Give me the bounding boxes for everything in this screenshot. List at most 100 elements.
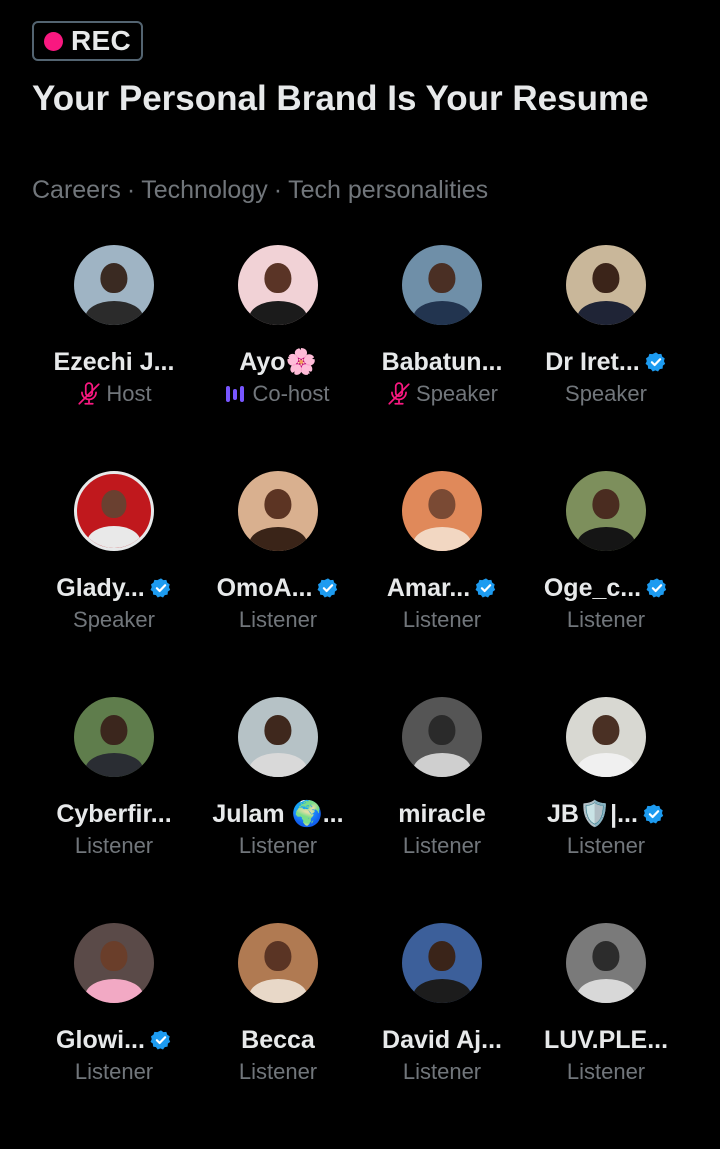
participant-name-row: Glady... <box>56 572 171 604</box>
participant-name-row: miracle <box>398 798 486 830</box>
avatar-face-shape <box>100 714 128 745</box>
avatar-body-shape <box>249 753 307 777</box>
avatar-body-shape <box>413 979 471 1003</box>
participant-role-row: Listener <box>403 605 481 635</box>
participant-name: Ezechi J... <box>53 347 175 376</box>
participant-role-row: Listener <box>403 831 481 861</box>
avatar-face-shape <box>428 714 456 745</box>
avatar-body-shape <box>249 301 307 325</box>
participant-name-row: Ezechi J... <box>54 346 175 378</box>
participant-tile[interactable]: Cyberfir... Listener <box>32 697 196 923</box>
avatar[interactable] <box>566 245 646 325</box>
avatar-face-shape <box>428 940 456 971</box>
participant-role-row: Listener <box>567 831 645 861</box>
participant-tile[interactable]: Ezechi J... Host <box>32 245 196 471</box>
topic-tag: Technology <box>141 176 268 204</box>
participant-name-row: David Aj... <box>382 1024 502 1056</box>
participant-name-row: Amar... <box>387 572 497 604</box>
participant-name-row: Dr Iret... <box>545 346 666 378</box>
mic-off-icon <box>388 382 410 405</box>
verified-badge-icon <box>150 1030 171 1050</box>
avatar[interactable] <box>74 471 154 551</box>
participant-tile[interactable]: Becca Listener <box>196 923 360 1149</box>
avatar[interactable] <box>238 923 318 1003</box>
avatar[interactable] <box>238 245 318 325</box>
avatar-face-shape <box>264 714 292 745</box>
participant-role-row: Speaker <box>73 605 155 635</box>
participant-name: Amar... <box>386 573 471 602</box>
participant-name: Babatun... <box>381 347 503 376</box>
speaking-bar <box>233 388 238 400</box>
avatar-body-shape <box>249 527 307 551</box>
participant-tile[interactable]: Babatun... Speaker <box>360 245 524 471</box>
avatar[interactable] <box>402 471 482 551</box>
participant-name: miracle <box>398 799 486 828</box>
participant-role: Listener <box>566 833 646 858</box>
verified-badge-icon <box>646 578 667 598</box>
avatar[interactable] <box>402 923 482 1003</box>
topic-separator: · <box>126 176 136 204</box>
avatar[interactable] <box>238 471 318 551</box>
participant-tile[interactable]: Dr Iret... Speaker <box>524 245 688 471</box>
verified-badge-icon <box>643 804 664 824</box>
participant-role-row: Listener <box>239 605 317 635</box>
verified-badge-icon <box>645 352 665 372</box>
avatar-body-shape <box>413 753 471 777</box>
participant-role-row: Speaker <box>565 379 647 409</box>
avatar[interactable] <box>402 697 482 777</box>
avatar[interactable] <box>566 697 646 777</box>
participant-role: Listener <box>566 1059 646 1084</box>
participant-role: Speaker <box>416 381 498 406</box>
participant-name: LUV.PLE... <box>543 1025 669 1054</box>
avatar[interactable] <box>74 923 154 1003</box>
participant-name-row: Babatun... <box>382 346 503 378</box>
avatar[interactable] <box>566 471 646 551</box>
speaking-bar <box>240 386 245 402</box>
participant-tile[interactable]: OmoA... Listener <box>196 471 360 697</box>
rec-badge: REC <box>32 21 144 61</box>
avatar-body-shape <box>85 753 143 777</box>
participant-role-row: Co-host <box>226 379 330 409</box>
participant-name: JB🛡️|... <box>547 799 638 828</box>
avatar-body-shape <box>577 527 635 551</box>
participant-name: Becca <box>241 1025 315 1054</box>
participant-name-row: Glowi... <box>56 1024 172 1056</box>
participant-role-row: Listener <box>239 831 317 861</box>
avatar[interactable] <box>74 245 154 325</box>
avatar[interactable] <box>238 697 318 777</box>
participant-tile[interactable]: JB🛡️|... Listener <box>524 697 688 923</box>
participant-tile[interactable]: Ayo🌸 Co-host <box>196 245 360 471</box>
participant-role-row: Listener <box>567 605 645 635</box>
participant-tile[interactable]: LUV.PLE... Listener <box>524 923 688 1149</box>
participant-name-row: Oge_c... <box>544 572 668 604</box>
participant-role: Listener <box>402 1059 482 1084</box>
participant-name-row: Becca <box>241 1024 315 1056</box>
participant-name: Julam 🌍... <box>212 799 344 828</box>
participant-name: Dr Iret... <box>545 347 640 376</box>
avatar[interactable] <box>402 245 482 325</box>
participant-role: Listener <box>402 607 482 632</box>
participant-tile[interactable]: Amar... Listener <box>360 471 524 697</box>
participant-tile[interactable]: Oge_c... Listener <box>524 471 688 697</box>
avatar-body-shape <box>577 753 635 777</box>
participant-name-row: JB🛡️|... <box>547 798 665 830</box>
topic-separator: · <box>273 176 283 204</box>
participant-tile[interactable]: Julam 🌍... Listener <box>196 697 360 923</box>
avatar[interactable] <box>566 923 646 1003</box>
participant-tile[interactable]: David Aj... Listener <box>360 923 524 1149</box>
participant-tile[interactable]: miracle Listener <box>360 697 524 923</box>
participant-role: Listener <box>238 607 318 632</box>
participant-role: Host <box>106 381 152 406</box>
participant-tile[interactable]: Glady... Speaker <box>32 471 196 697</box>
participant-name: Glowi... <box>56 1025 145 1054</box>
speaking-bar <box>226 386 231 402</box>
avatar-body-shape <box>413 301 471 325</box>
avatar-body-shape <box>85 979 143 1003</box>
avatar-face-shape <box>592 262 620 293</box>
participant-role: Speaker <box>565 381 647 406</box>
avatar[interactable] <box>74 697 154 777</box>
topic-tag: Tech personalities <box>288 176 489 204</box>
participant-name-row: LUV.PLE... <box>544 1024 668 1056</box>
participant-tile[interactable]: Glowi... Listener <box>32 923 196 1149</box>
recording-dot-icon <box>44 31 63 51</box>
